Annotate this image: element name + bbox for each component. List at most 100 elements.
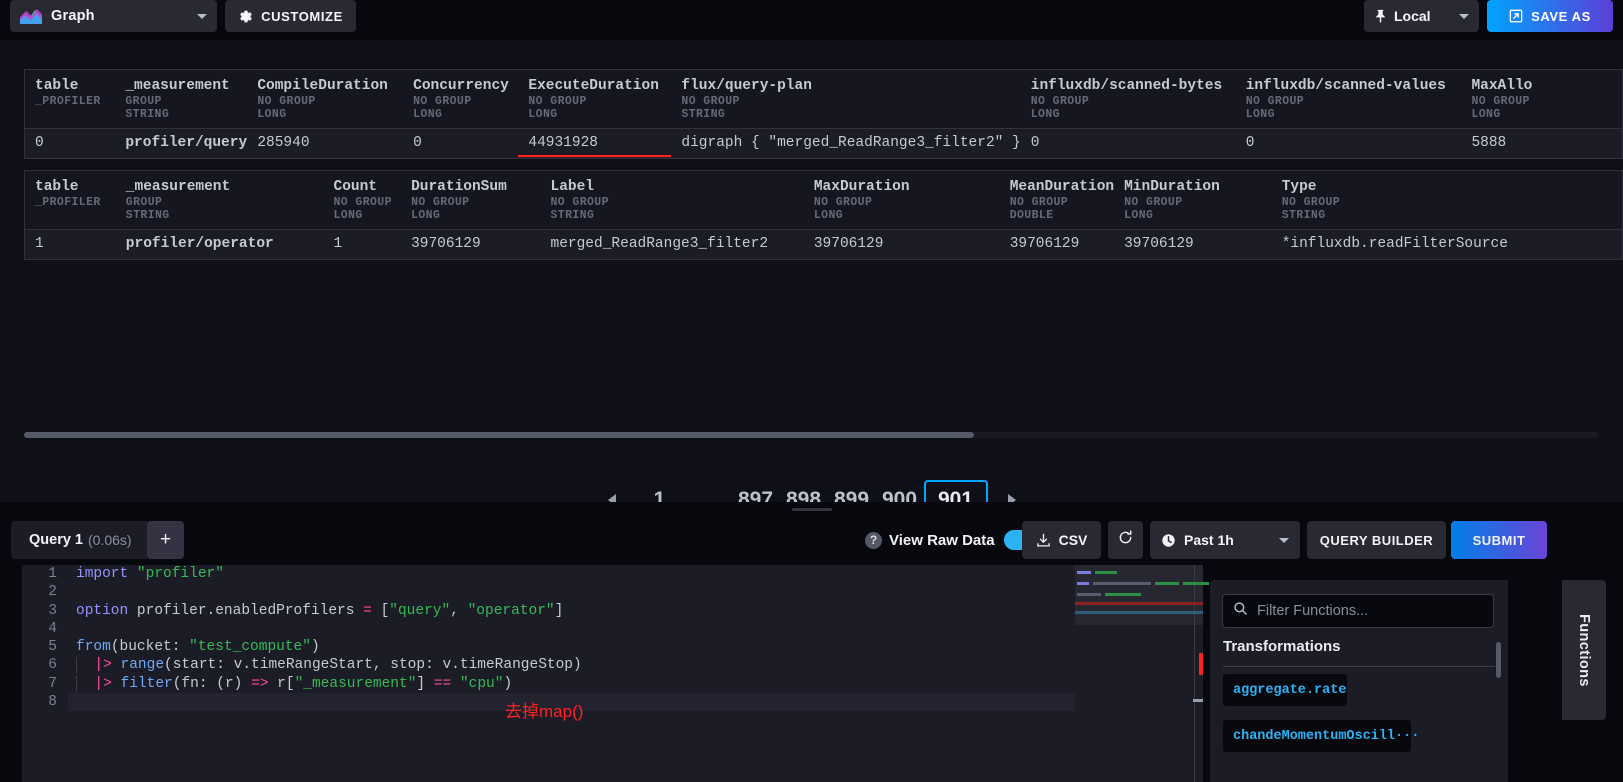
filter-functions-field[interactable] (1222, 594, 1494, 628)
column-header[interactable]: MaxDuration NO GROUP LONG (803, 170, 1000, 230)
column-group: GROUP (125, 196, 163, 209)
top-toolbar: Graph CUSTOMIZE Local SAVE AS (0, 0, 1623, 40)
table-cell: 39706129 (803, 229, 1000, 260)
column-group: NO GROUP (1009, 196, 1069, 209)
column-group: NO GROUP (681, 95, 740, 108)
column-name: table (35, 78, 79, 94)
column-header[interactable]: MaxAllo NO GROUP LONG (1461, 69, 1623, 129)
column-name: DurationSum (411, 179, 507, 195)
panel-resize-handle[interactable] (0, 502, 1623, 516)
functions-panel-tab[interactable]: Functions (1562, 580, 1606, 720)
line-number: 7 (48, 675, 57, 692)
column-header[interactable]: influxdb/scanned-values NO GROUP LONG (1235, 69, 1462, 129)
column-name: Concurrency (413, 78, 509, 94)
functions-scrollbar-thumb[interactable] (1496, 642, 1501, 678)
submit-button[interactable]: SUBMIT (1451, 521, 1547, 559)
line-number: 3 (48, 602, 57, 619)
column-header[interactable]: table _PROFILER (24, 170, 116, 230)
query-builder-label: QUERY BUILDER (1319, 532, 1434, 548)
code-line-5: from(bucket: "test_compute") (76, 639, 320, 656)
editor-code-area[interactable]: import "profiler" option profiler.enable… (68, 565, 1075, 782)
customize-button[interactable]: CUSTOMIZE (225, 0, 356, 32)
question-mark-icon[interactable]: ? (865, 531, 882, 549)
column-group: NO GROUP (1245, 95, 1305, 108)
table-cell: profiler/operator (115, 229, 324, 260)
table-row: 0 profiler/query 285940 0 44931928 digra… (24, 128, 1623, 159)
line-number: 8 (48, 694, 57, 711)
column-name: MeanDuration (1009, 179, 1115, 195)
flux-code-editor[interactable]: 1 2 3 4 5 6 7 8 import "profiler" option… (22, 565, 1075, 782)
column-type: LONG (411, 209, 441, 222)
column-header[interactable]: Type NO GROUP STRING (1271, 170, 1623, 230)
column-name: table (35, 179, 79, 195)
minimap-line (1075, 602, 1203, 605)
minimap-line (1155, 582, 1179, 585)
local-source-dropdown[interactable]: Local (1364, 0, 1479, 32)
submit-label: SUBMIT (1472, 532, 1526, 548)
table-header-row: table _PROFILER _measurement GROUP STRIN… (24, 69, 1623, 129)
column-header[interactable]: flux/query-plan NO GROUP STRING (671, 69, 1021, 129)
functions-section-title: Transformations (1223, 638, 1495, 667)
line-number: 2 (48, 584, 57, 601)
minimap-line (1077, 593, 1101, 596)
column-name: MaxAllo (1471, 78, 1533, 94)
column-header[interactable]: MinDuration NO GROUP LONG (1114, 170, 1272, 230)
column-group: NO GROUP (1471, 95, 1530, 108)
column-name: _measurement (125, 78, 230, 94)
column-type: DOUBLE (1009, 209, 1054, 222)
column-header[interactable]: MeanDuration NO GROUP DOUBLE (999, 170, 1115, 230)
column-header[interactable]: _measurement GROUP STRING (115, 170, 324, 230)
visualization-type-label: Graph (51, 8, 95, 24)
function-item-chande-momentum-oscillator[interactable]: chandeMomentumOscill··· (1223, 720, 1419, 752)
functions-panel: Transformations aggregate.rate chandeMom… (1210, 580, 1508, 782)
column-header[interactable]: influxdb/scanned-bytes NO GROUP LONG (1020, 69, 1236, 129)
function-item-aggregate-rate[interactable]: aggregate.rate (1223, 674, 1347, 706)
visualization-type-dropdown[interactable]: Graph (10, 0, 217, 32)
line-number: 5 (48, 639, 57, 656)
refresh-button[interactable] (1108, 521, 1143, 559)
minimap-line (1077, 582, 1089, 585)
column-header[interactable]: Label NO GROUP STRING (540, 170, 804, 230)
csv-download-button[interactable]: CSV (1022, 521, 1101, 559)
table-cell-execute-duration-highlighted: 44931928 (518, 128, 672, 159)
column-header[interactable]: Concurrency NO GROUP LONG (403, 69, 519, 129)
column-group: NO GROUP (550, 196, 609, 209)
raw-data-table-1: table _PROFILER _measurement GROUP STRIN… (24, 170, 1623, 260)
filter-functions-input[interactable] (1257, 603, 1483, 619)
query-toolbar: Query 1 (0.06s) + ? View Raw Data CSV Pa… (0, 516, 1623, 564)
view-raw-data-toggle[interactable]: ? View Raw Data (865, 521, 1041, 559)
column-type: STRING (681, 108, 726, 121)
column-header[interactable]: Count NO GROUP LONG (323, 170, 402, 230)
column-header[interactable]: ExecuteDuration NO GROUP LONG (518, 69, 672, 129)
column-header[interactable]: DurationSum NO GROUP LONG (401, 170, 541, 230)
column-type: STRING (1281, 209, 1326, 222)
column-type: STRING (550, 209, 595, 222)
scrollbar-thumb[interactable] (24, 432, 974, 438)
download-icon (1036, 533, 1051, 548)
column-header[interactable]: _measurement GROUP STRING (115, 69, 248, 129)
column-name: flux/query-plan (681, 78, 812, 94)
query-builder-button[interactable]: QUERY BUILDER (1307, 521, 1446, 559)
column-name: MinDuration (1124, 179, 1220, 195)
column-group: NO GROUP (1124, 196, 1183, 209)
time-range-dropdown[interactable]: Past 1h (1150, 521, 1300, 559)
functions-tab-label: Functions (1576, 613, 1592, 687)
raw-data-table-0: table _PROFILER _measurement GROUP STRIN… (24, 69, 1623, 159)
column-type: LONG (413, 108, 443, 121)
customize-label: CUSTOMIZE (261, 8, 343, 24)
add-query-button[interactable]: + (147, 521, 184, 559)
chevron-down-icon (1279, 537, 1289, 543)
raw-data-horizontal-scrollbar[interactable] (24, 432, 1599, 438)
save-as-button[interactable]: SAVE AS (1487, 0, 1613, 32)
local-source-label: Local (1394, 8, 1431, 24)
column-type: STRING (125, 209, 170, 222)
column-name: Label (550, 179, 595, 195)
editor-minimap[interactable] (1075, 565, 1209, 782)
column-header[interactable]: table _PROFILER (24, 69, 116, 129)
query-tab-1[interactable]: Query 1 (0.06s) (11, 521, 150, 559)
column-header[interactable]: CompileDuration NO GROUP LONG (247, 69, 404, 129)
column-group: NO GROUP (333, 196, 392, 209)
column-group: NO GROUP (257, 95, 316, 108)
code-line-7: |> filter(fn: (r) => r["_measurement"] =… (68, 675, 1075, 693)
table-cell: 0 (1235, 128, 1462, 159)
